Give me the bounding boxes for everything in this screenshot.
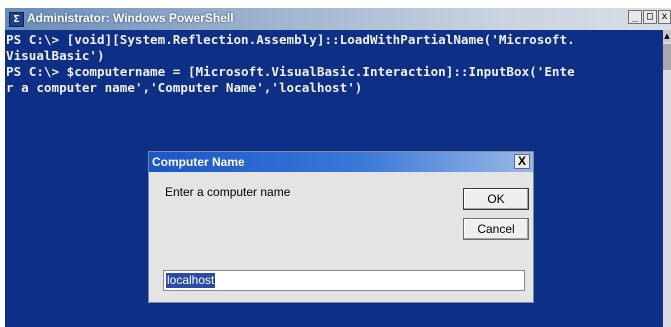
input-selected-text: localhost	[166, 273, 216, 288]
dialog-title: Computer Name	[152, 155, 245, 169]
window-title: Administrator: Windows PowerShell	[27, 11, 234, 25]
maximize-button[interactable]: □	[643, 10, 657, 24]
console-line: PS C:\> $computername = [Microsoft.Visua…	[6, 64, 575, 79]
scroll-up-icon[interactable]: ▲	[663, 30, 671, 42]
minimize-button[interactable]: _	[628, 10, 642, 24]
console-line: VisualBasic')	[6, 48, 105, 63]
ok-button[interactable]: OK	[463, 188, 529, 210]
dialog-titlebar[interactable]: Computer Name X	[149, 152, 533, 172]
window-titlebar[interactable]: Σ Administrator: Windows PowerShell _ □ …	[5, 8, 671, 30]
input-box-dialog: Computer Name X Enter a computer name OK…	[148, 151, 534, 303]
dialog-prompt: Enter a computer name	[165, 185, 291, 199]
console-line: r a computer name','Computer Name','loca…	[6, 80, 363, 95]
powershell-icon: Σ	[9, 12, 24, 27]
dialog-close-button[interactable]: X	[514, 154, 530, 169]
close-button[interactable]: x	[658, 10, 671, 24]
cancel-button[interactable]: Cancel	[463, 218, 529, 240]
console-line: PS C:\> [void][System.Reflection.Assembl…	[6, 32, 575, 47]
computer-name-input[interactable]: localhost	[163, 270, 525, 291]
scroll-thumb[interactable]	[663, 44, 671, 70]
vertical-scrollbar[interactable]: ▲	[663, 30, 671, 327]
